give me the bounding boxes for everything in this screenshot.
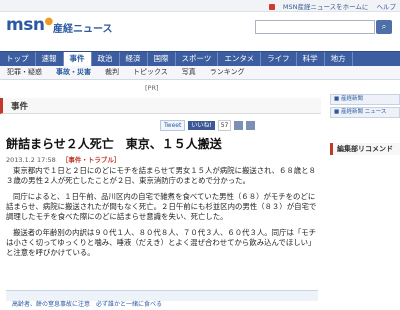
tab-economy[interactable]: 経済 — [120, 52, 148, 66]
article-meta: 2013.1.2 17:58 ［事件・トラブル］ — [6, 154, 120, 164]
facebook-like-button[interactable]: いいね! — [188, 121, 215, 130]
tab-entertainment[interactable]: エンタメ — [218, 52, 262, 66]
tab-top[interactable]: トップ — [0, 52, 36, 66]
subnav-trials[interactable]: 裁判 — [98, 66, 126, 79]
article-body: 東京都内で１日と２日にのどにモチを詰まらせて男女１５人が病院に搬送され、６８歳と… — [6, 166, 318, 264]
subnav-ranking[interactable]: ランキング — [203, 66, 252, 79]
subnav-topics[interactable]: トピックス — [126, 66, 175, 79]
section-header: 事件 — [0, 98, 321, 114]
tweet-button[interactable]: Tweet — [160, 120, 186, 131]
tab-international[interactable]: 国際 — [148, 52, 176, 66]
tab-breaking[interactable]: 速報 — [36, 52, 64, 66]
article-paragraph: 東京都内で１日と２日にのどにモチを詰まらせて男女１５人が病院に搬送され、６８歳と… — [6, 166, 316, 185]
article-title: 餅詰まらせ２人死亡 東京、１５人搬送 — [6, 137, 222, 151]
search-input[interactable] — [255, 20, 375, 34]
subnav-photos[interactable]: 写真 — [175, 66, 203, 79]
top-utility-bar: MSN産経ニュースをホームに ヘルプ — [0, 0, 400, 12]
bookmark-icon[interactable] — [246, 121, 256, 130]
sankei-news-button[interactable]: ■ 産経新聞 ニュース — [330, 107, 400, 118]
subnav-crime[interactable]: 犯罪・疑惑 — [0, 66, 49, 79]
share-bar: Tweet いいね! 57 — [160, 120, 256, 131]
tab-science[interactable]: 科学 — [297, 52, 325, 66]
related-article-link[interactable]: 高齢者、餅の窒息事故に注意 必ず誰かと一緒に食べる — [12, 301, 162, 308]
tab-politics[interactable]: 政治 — [92, 52, 120, 66]
like-count: 57 — [217, 120, 232, 131]
tab-regional[interactable]: 地方 — [325, 52, 353, 66]
article-paragraph: 同庁によると、１日午前、品川区内の自宅で雑煮を食べていた男性（６８）がモチをのど… — [6, 192, 317, 221]
editor-recommend-heading: 編集部リコメンド — [330, 143, 400, 155]
article-paragraph: 搬送者の年齢別の内訳は９０代１人、８０代８人、７０代３人、６０代３人。同庁は「モ… — [6, 228, 317, 257]
set-homepage-link[interactable]: MSN産経ニュースをホームに — [283, 3, 369, 11]
section-title: 事件 — [11, 102, 29, 112]
search-button[interactable]: ⌕ — [376, 20, 392, 34]
article-category-link[interactable]: ［事件・トラブル］ — [62, 156, 121, 164]
sub-nav: 犯罪・疑惑 事故・災害 裁判 トピックス 写真 ランキング — [0, 66, 400, 80]
tab-incidents[interactable]: 事件 — [63, 52, 92, 66]
subnav-accidents[interactable]: 事故・災害 — [49, 66, 98, 79]
sankei-news-logo[interactable]: 産経ニュース — [53, 20, 113, 35]
tab-sports[interactable]: スポーツ — [176, 52, 219, 66]
sankei-paper-button[interactable]: ■ 産経新聞 — [330, 94, 400, 105]
home-icon — [268, 4, 275, 10]
pr-label: [PR] — [145, 84, 159, 92]
article-date: 2013.1.2 17:58 — [6, 156, 56, 164]
help-link[interactable]: ヘルプ — [377, 3, 397, 11]
main-nav: トップ 速報 事件 政治 経済 国際 スポーツ エンタメ ライフ 科学 地方 — [0, 51, 400, 67]
msn-logo[interactable]: msn● — [6, 15, 53, 35]
related-link-bar: 高齢者、餅の窒息事故に注意 必ず誰かと一緒に食べる — [6, 290, 318, 308]
tab-life[interactable]: ライフ — [261, 52, 297, 66]
share-icon[interactable] — [234, 121, 244, 130]
utility-links: MSN産経ニュースをホームに ヘルプ — [263, 1, 396, 11]
right-column: ■ 産経新聞 ■ 産経新聞 ニュース 編集部リコメンド — [330, 94, 400, 155]
